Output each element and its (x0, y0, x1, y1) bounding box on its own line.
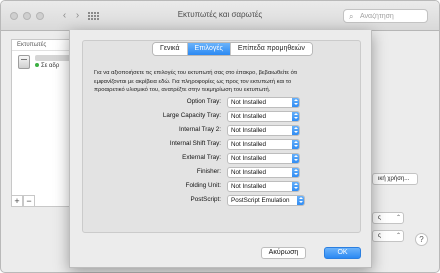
select-value: PostScript Emulation (231, 197, 290, 204)
option-label: PostScript: (190, 196, 221, 203)
search-field[interactable]: ⌕ (343, 9, 428, 23)
select-value: Not Installed (231, 183, 267, 190)
select-value: Not Installed (231, 169, 267, 176)
remove-printer-button[interactable]: − (23, 195, 35, 207)
postscript-select[interactable]: PostScript Emulation (227, 195, 305, 206)
default-paper-select[interactable]: ς ⌃ (372, 230, 404, 242)
cancel-button[interactable]: Ακύρωση (261, 247, 306, 259)
option-row-folding-unit: Folding Unit: Not Installed (83, 181, 362, 193)
option-label: Folding Unit: (185, 182, 221, 189)
tab-options[interactable]: Επιλογές (187, 43, 231, 55)
select-value: Not Installed (231, 127, 267, 134)
search-icon: ⌕ (349, 12, 354, 21)
option-row-large-capacity-tray: Large Capacity Tray: Not Installed (83, 111, 362, 123)
option-tray-select[interactable]: Not Installed (227, 97, 300, 108)
option-row-option-tray: Option Tray: Not Installed (83, 97, 362, 109)
option-row-internal-shift-tray: Internal Shift Tray: Not Installed (83, 139, 362, 151)
chevron-updown-icon: ⌃ (395, 215, 401, 221)
option-label: External Tray: (182, 154, 221, 161)
tab-bar: Γενικά Επιλογές Επίπεδα προμηθειών (152, 42, 313, 56)
chevron-updown-icon: ⌃ (395, 233, 401, 239)
internal-shift-tray-select[interactable]: Not Installed (227, 139, 300, 150)
option-label: Internal Shift Tray: (169, 140, 221, 147)
stepper-arrows-icon (292, 98, 299, 107)
finisher-select[interactable]: Not Installed (227, 167, 300, 178)
option-label: Large Capacity Tray: (162, 112, 221, 119)
stepper-arrows-icon (292, 112, 299, 121)
select-value: Not Installed (231, 155, 267, 162)
option-row-finisher: Finisher: Not Installed (83, 167, 362, 179)
tab-supply-levels[interactable]: Επίπεδα προμηθειών (230, 43, 312, 55)
options-sheet: Γενικά Επιλογές Επίπεδα προμηθειών Για ν… (69, 30, 372, 268)
folding-unit-select[interactable]: Not Installed (227, 181, 300, 192)
options-panel: Γενικά Επιλογές Επίπεδα προμηθειών Για ν… (82, 40, 361, 233)
title-bar: ‹ › Εκτυπωτές και σαρωτές ⌕ (1, 1, 439, 31)
default-printer-select[interactable]: ς ⌃ (372, 212, 404, 224)
select-value: Not Installed (231, 113, 267, 120)
select-value: Not Installed (231, 99, 267, 106)
ok-button[interactable]: OK (324, 247, 361, 259)
stepper-arrows-icon (292, 154, 299, 163)
internal-tray-2-select[interactable]: Not Installed (227, 125, 300, 136)
external-tray-select[interactable]: Not Installed (227, 153, 300, 164)
option-label: Option Tray: (186, 98, 221, 105)
help-button[interactable]: ? (415, 233, 428, 246)
tab-general[interactable]: Γενικά (153, 43, 188, 55)
option-row-external-tray: External Tray: Not Installed (83, 153, 362, 165)
option-row-postscript: PostScript: PostScript Emulation (83, 195, 362, 207)
options-description: Για να αξιοποιήσετε τις επιλογές του εκτ… (94, 70, 298, 93)
default-printer-value: ς (378, 215, 381, 221)
search-input[interactable] (360, 11, 424, 21)
printer-status: Σε αδρ (35, 63, 59, 69)
status-dot-icon (35, 63, 39, 67)
stepper-arrows-icon (292, 182, 299, 191)
select-value: Not Installed (231, 141, 267, 148)
printer-status-text: Σε αδρ (41, 63, 60, 69)
stepper-arrows-icon (292, 140, 299, 149)
option-label: Finisher: (196, 168, 221, 175)
stepper-arrows-icon (292, 168, 299, 177)
add-printer-button[interactable]: + (11, 195, 23, 207)
large-capacity-tray-select[interactable]: Not Installed (227, 111, 300, 122)
list-controls: + − (11, 195, 35, 207)
sharing-preferences-button[interactable]: ική χρήση... (372, 173, 418, 185)
stepper-arrows-icon (292, 126, 299, 135)
option-row-internal-tray-2: Internal Tray 2: Not Installed (83, 125, 362, 137)
option-label: Internal Tray 2: (179, 126, 221, 133)
printer-icon (18, 55, 30, 69)
default-paper-value: ς (378, 233, 381, 239)
stepper-arrows-icon (297, 196, 304, 205)
